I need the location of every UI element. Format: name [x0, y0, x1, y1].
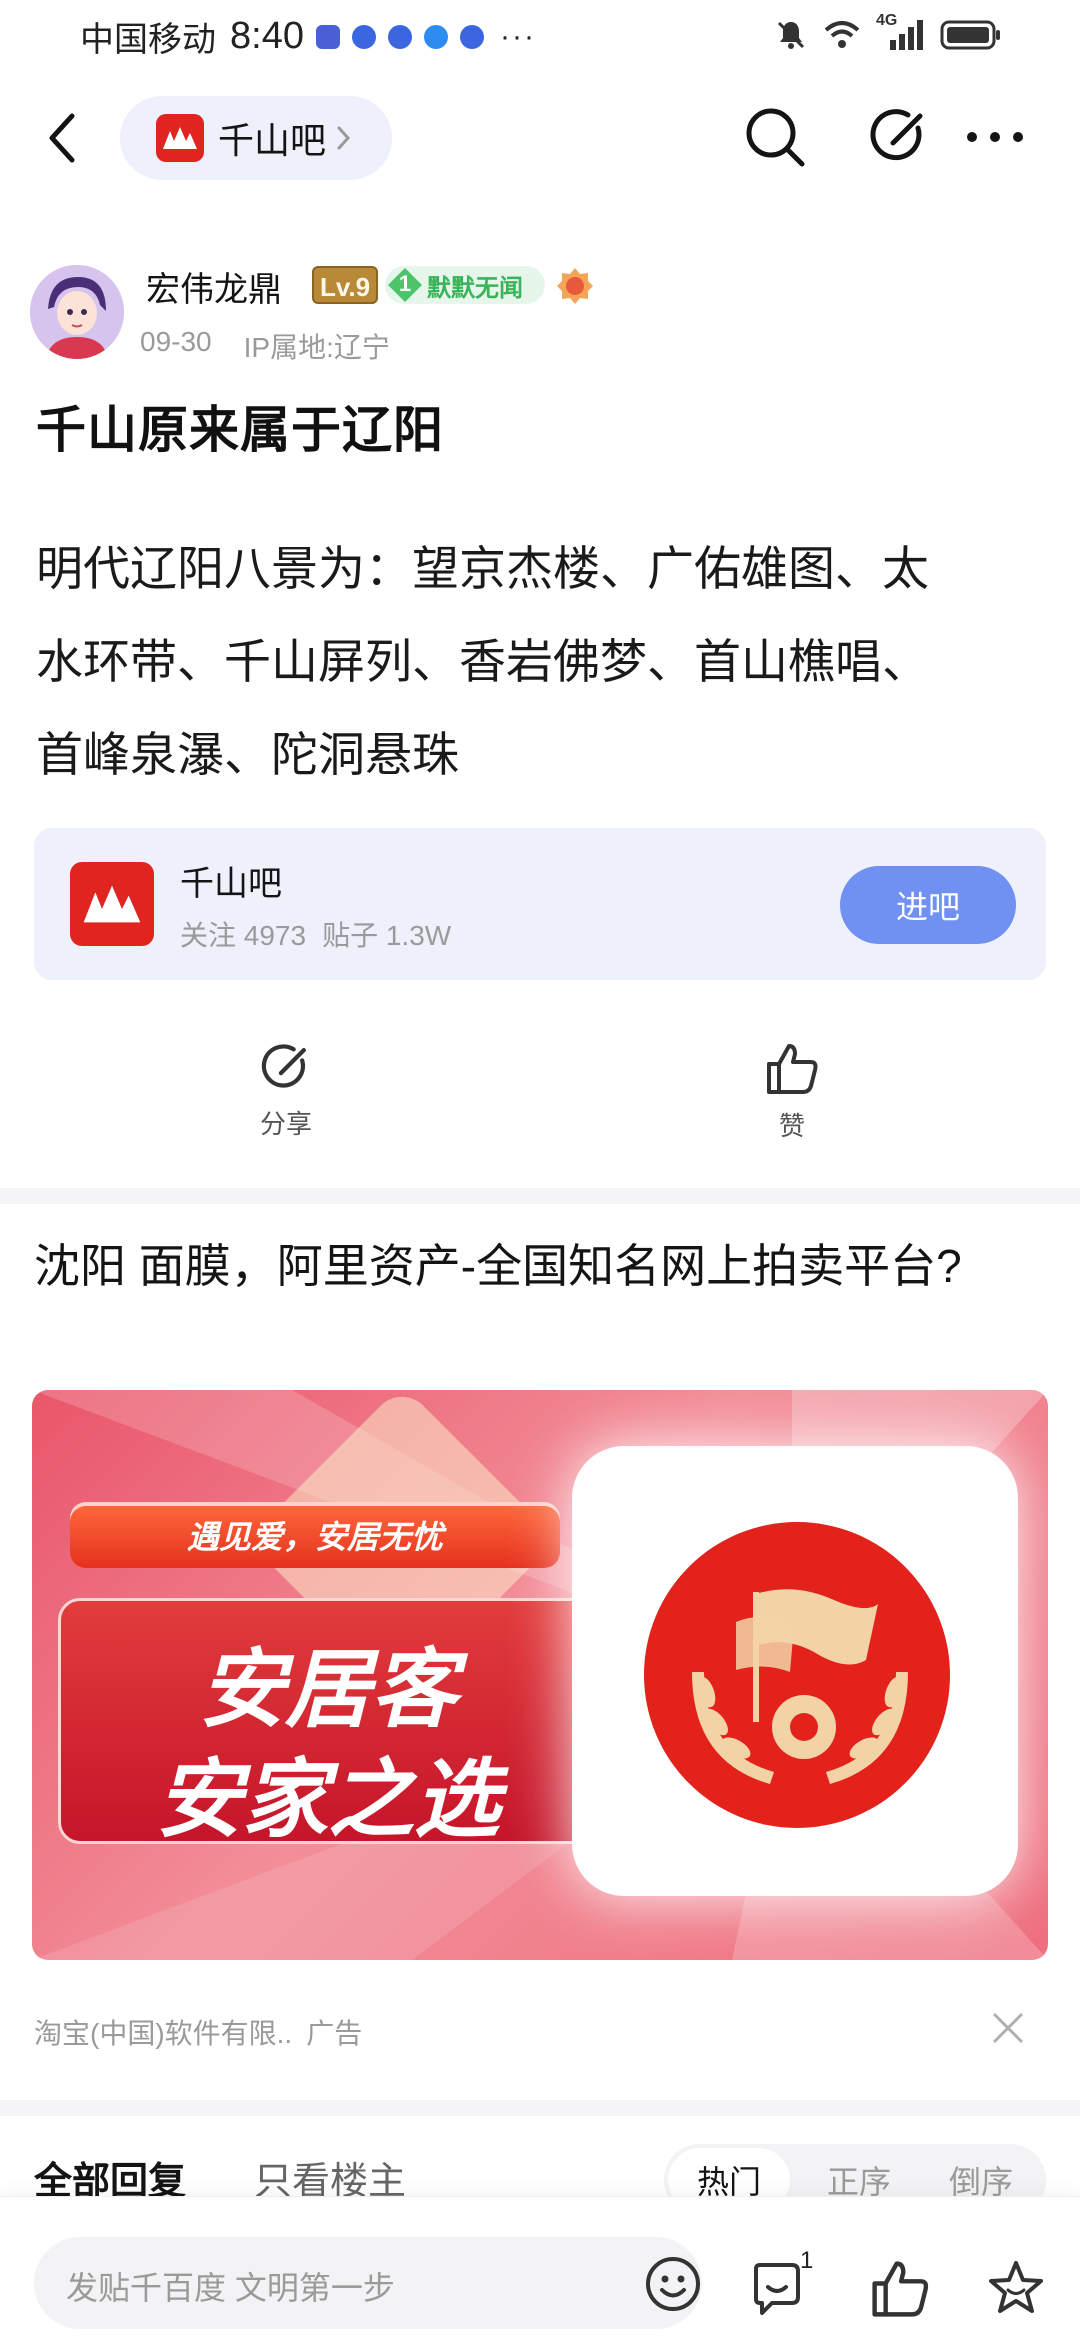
post-count: 贴子 1.3W	[322, 920, 452, 951]
share-button[interactable]: 分享	[226, 1040, 346, 1141]
baidu-paw-icon	[387, 24, 412, 49]
battery-icon	[940, 20, 1000, 50]
join-forum-button[interactable]: 进吧	[840, 866, 1016, 944]
clock: 8:40	[230, 15, 304, 57]
more-notifications-icon: ···	[499, 19, 536, 53]
ad-slogan: 遇见爱，安居无忧	[70, 1502, 560, 1568]
forum-pill-name: 千山吧	[218, 120, 327, 161]
post-body-line: 首峰泉瀑、陀洞悬珠	[36, 728, 459, 781]
forum-card[interactable]: 千山吧 关注 4973 贴子 1.3W 进吧	[34, 828, 1046, 980]
section-divider	[0, 1188, 1080, 1204]
ad-title[interactable]: 沈阳 面膜，阿里资产-全国知名网上拍卖平台?	[34, 1234, 1046, 1298]
thumbs-up-icon	[767, 1044, 818, 1094]
thumbs-up-icon[interactable]	[868, 2257, 932, 2321]
post-date: 09-30	[140, 326, 212, 357]
forum-logo-icon	[70, 862, 154, 946]
forum-pill[interactable]: 千山吧	[120, 96, 392, 180]
comment-count: 1	[800, 2247, 814, 2274]
baidu-paw-icon	[459, 24, 484, 49]
ip-location: IP属地:辽宁	[243, 332, 390, 363]
share-label: 分享	[259, 1109, 312, 1139]
rank-number: 1	[398, 271, 412, 296]
chevron-right-icon	[337, 126, 351, 150]
honor-badge-icon	[557, 268, 593, 304]
edit-post-icon[interactable]	[866, 104, 932, 170]
author-name[interactable]: 宏伟龙鼎	[146, 262, 282, 311]
reply-input[interactable]: 发贴千百度 文明第一步	[34, 2237, 702, 2329]
mute-bell-icon	[777, 21, 805, 49]
notification-app-icon	[315, 24, 340, 49]
wifi-icon	[824, 21, 860, 48]
star-icon[interactable]	[984, 2257, 1048, 2321]
post-body-line: 明代辽阳八景为：望京杰楼、广佑雄图、太	[36, 542, 929, 595]
rank-badge: 1 默默无闻	[385, 266, 545, 304]
ad-advertiser: 淘宝(中国)软件有限..	[34, 2018, 293, 2049]
forum-logo-icon	[156, 114, 204, 162]
post-body: 明代辽阳八景为：望京杰楼、广佑雄图、太 水环带、千山屏列、香岩佛梦、首山樵唱、 …	[36, 522, 1046, 801]
top-nav: 千山吧	[0, 88, 1080, 188]
like-button[interactable]: 赞	[732, 1040, 852, 1143]
ad-app-card	[572, 1446, 1018, 1896]
browser-icon	[423, 24, 448, 49]
search-icon[interactable]	[742, 104, 808, 170]
rank-title: 默默无闻	[427, 274, 523, 302]
cell-signal-icon: 4G	[876, 12, 926, 52]
ad-headline-box: 安居客 安家之选	[58, 1598, 598, 1848]
ad-headline-1: 安居客	[199, 1642, 457, 1738]
rank-gem-icon: 1	[385, 266, 425, 304]
close-icon[interactable]	[988, 2008, 1028, 2048]
ad-label: 广告	[306, 2018, 363, 2049]
post-meta: 09-30 IP属地:辽宁	[140, 326, 390, 366]
carrier-label: 中国移动	[80, 21, 216, 59]
baidu-paw-icon	[351, 24, 376, 49]
emoji-icon[interactable]	[644, 2255, 702, 2313]
like-label: 赞	[778, 1111, 805, 1141]
forum-card-name: 千山吧	[180, 865, 282, 903]
more-icon[interactable]	[962, 112, 1028, 162]
back-icon[interactable]	[40, 108, 90, 168]
section-divider	[0, 2100, 1080, 2116]
reply-placeholder: 发贴千百度 文明第一步	[66, 2270, 395, 2306]
level-badge: Lv.9	[312, 266, 379, 304]
bottom-bar: 发贴千百度 文明第一步 1	[0, 2196, 1080, 2340]
post-body-line: 水环带、千山屏列、香岩佛梦、首山樵唱、	[36, 635, 929, 688]
ad-source: 淘宝(中国)软件有限.. 广告	[34, 2012, 362, 2052]
status-bar: 中国移动 8:40 ··· 4G	[0, 0, 1080, 72]
ad-banner[interactable]: 遇见爱，安居无忧 安居客 安家之选	[32, 1390, 1048, 1960]
avatar[interactable]	[30, 265, 124, 359]
forum-card-stats: 关注 4973 贴子 1.3W	[180, 914, 451, 954]
follower-count: 关注 4973	[180, 920, 307, 951]
post-title: 千山原来属于辽阳	[36, 402, 444, 458]
share-icon	[261, 1044, 306, 1088]
red-flag-emblem-icon	[644, 1522, 950, 1828]
ad-headline-2: 安家之选	[156, 1752, 500, 1848]
